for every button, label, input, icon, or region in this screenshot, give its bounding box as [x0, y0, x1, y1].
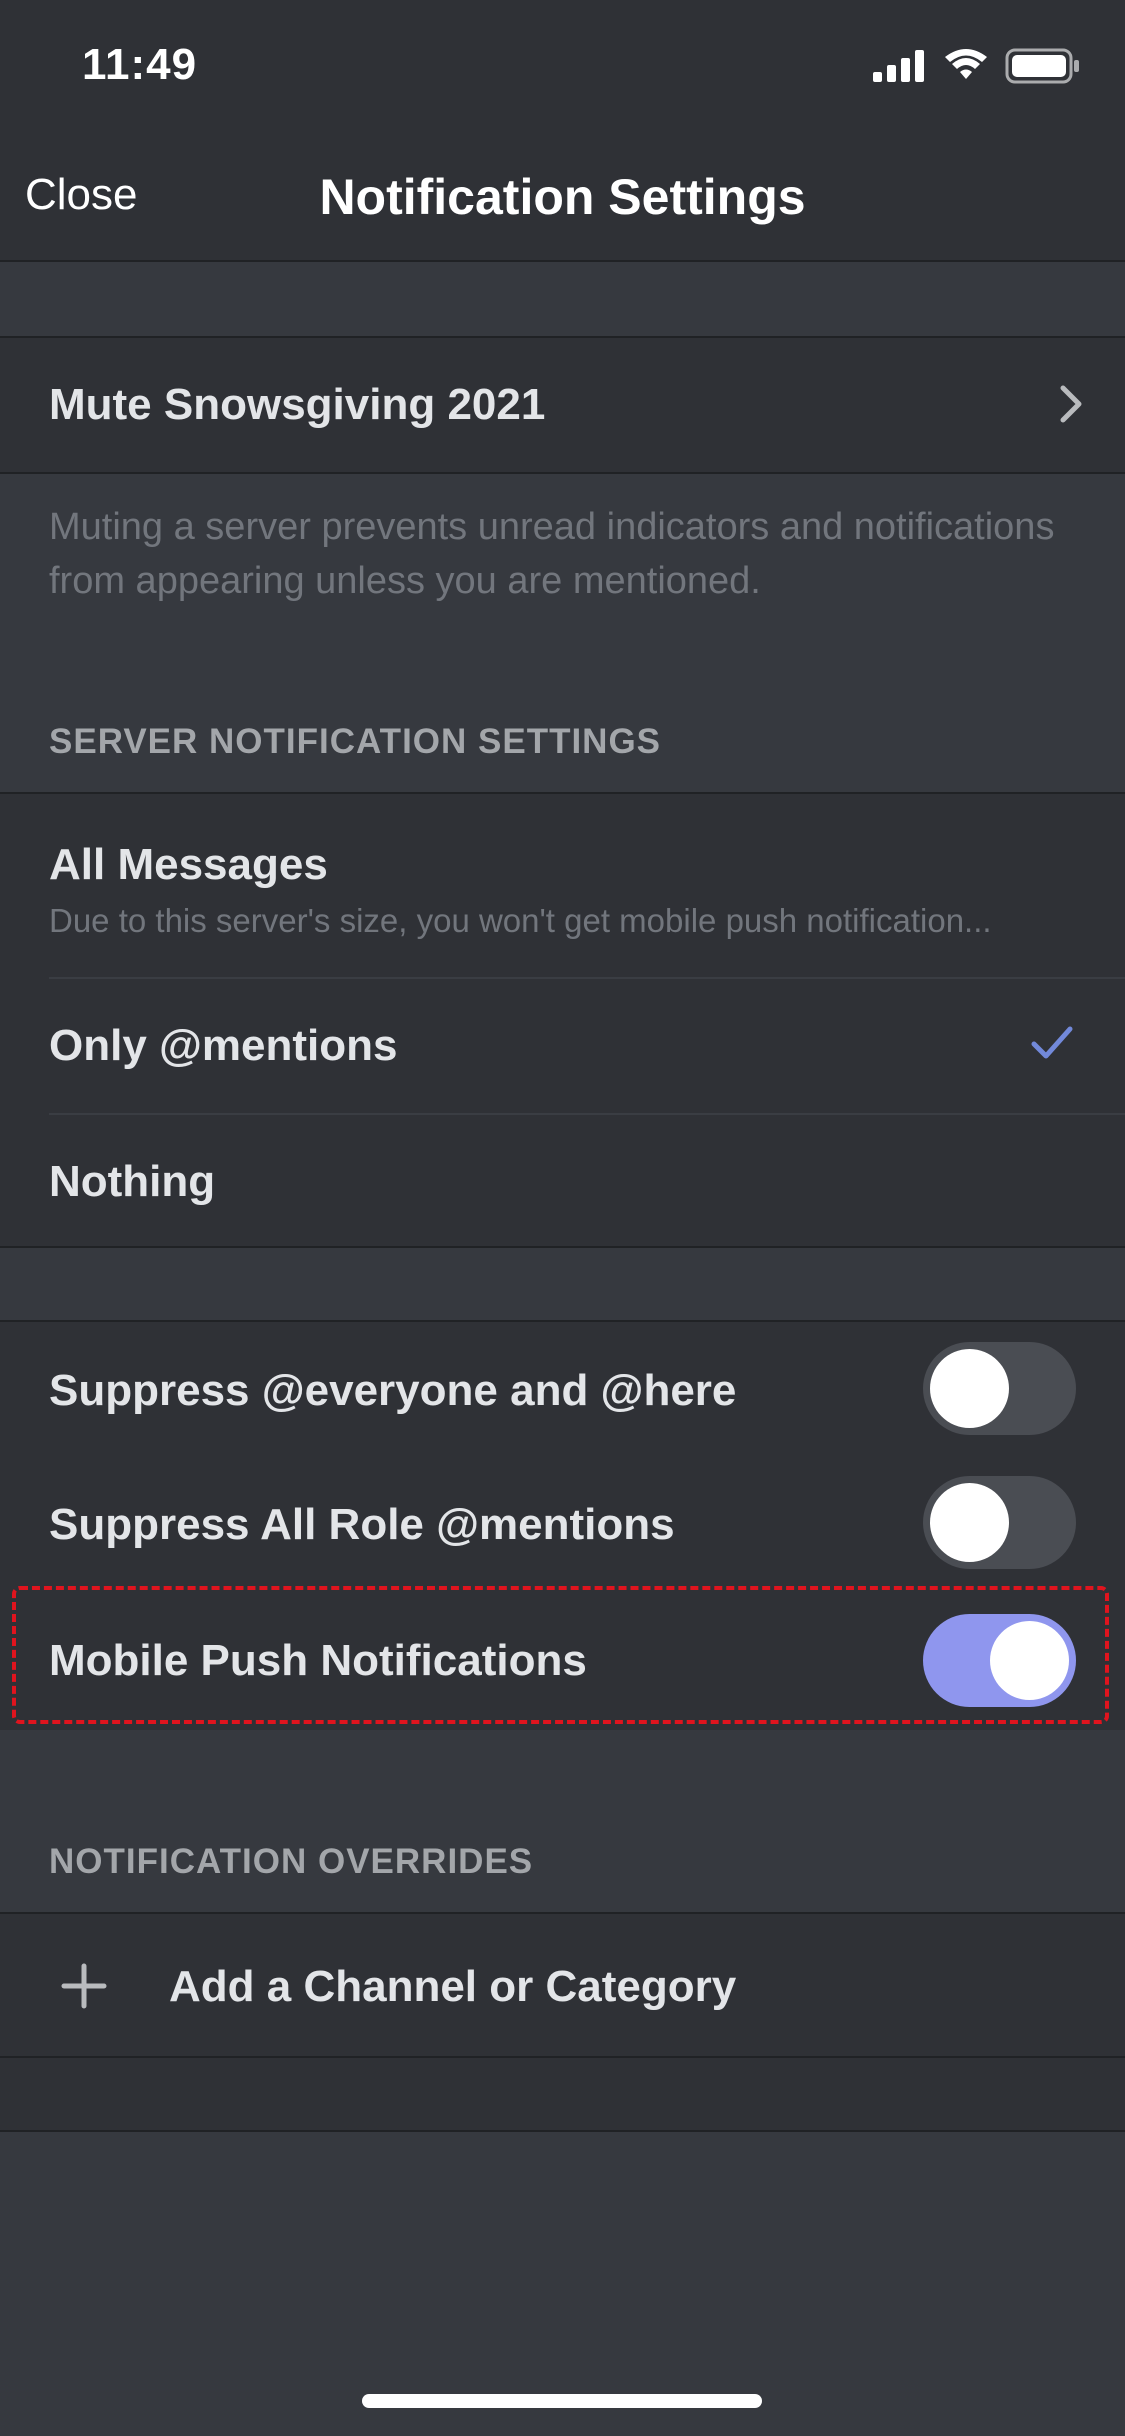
chevron-right-icon [1059, 384, 1083, 429]
top-bar: 11:49 Close Notification Settings [0, 0, 1125, 262]
mute-server-row[interactable]: Mute Snowsgiving 2021 [0, 336, 1125, 474]
server-notification-header: SERVER NOTIFICATION SETTINGS [49, 722, 662, 761]
suppress-roles-toggle[interactable] [923, 1476, 1076, 1569]
mobile-push-toggle[interactable] [923, 1614, 1076, 1707]
toggle-label: Suppress @everyone and @here [49, 1366, 737, 1415]
add-override-row[interactable]: Add a Channel or Category [0, 1912, 1125, 2058]
checkmark-icon [1031, 1025, 1073, 1066]
add-override-label: Add a Channel or Category [169, 1962, 737, 2011]
suppress-roles-row: Suppress All Role @mentions [0, 1456, 1125, 1590]
signal-icon [873, 50, 927, 87]
status-time: 11:49 [82, 40, 198, 89]
suppress-everyone-row: Suppress @everyone and @here [0, 1322, 1125, 1456]
toggle-label: Suppress All Role @mentions [49, 1500, 675, 1549]
toggle-knob [930, 1349, 1009, 1428]
page-title: Notification Settings [319, 169, 806, 225]
toggle-knob [990, 1621, 1069, 1700]
option-nothing[interactable]: Nothing [0, 1115, 1125, 1248]
server-notification-options: All Messages Due to this server's size, … [0, 792, 1125, 1248]
toggle-label: Mobile Push Notifications [49, 1636, 587, 1685]
notification-overrides-header: NOTIFICATION OVERRIDES [49, 1842, 534, 1881]
wifi-icon [943, 49, 989, 88]
status-icons [873, 48, 1081, 89]
option-all-messages[interactable]: All Messages Due to this server's size, … [0, 794, 1125, 978]
home-indicator [362, 2394, 762, 2408]
option-label: All Messages [49, 840, 328, 889]
suppress-everyone-toggle[interactable] [923, 1342, 1076, 1435]
toggle-knob [930, 1483, 1009, 1562]
option-label: Only @mentions [49, 1021, 398, 1070]
mute-server-label: Mute Snowsgiving 2021 [49, 380, 546, 429]
toggle-settings: Suppress @everyone and @here Suppress Al… [0, 1320, 1125, 1730]
mute-helper-text: Muting a server prevents unread indicato… [49, 506, 1055, 602]
bottom-spacer [0, 2058, 1125, 2132]
battery-icon [1005, 48, 1081, 89]
option-label: Nothing [49, 1157, 216, 1206]
mobile-push-row: Mobile Push Notifications [0, 1592, 1125, 1728]
option-only-mentions[interactable]: Only @mentions [0, 979, 1125, 1113]
option-sublabel: Due to this server's size, you won't get… [49, 902, 992, 939]
plus-icon [60, 1962, 108, 2015]
